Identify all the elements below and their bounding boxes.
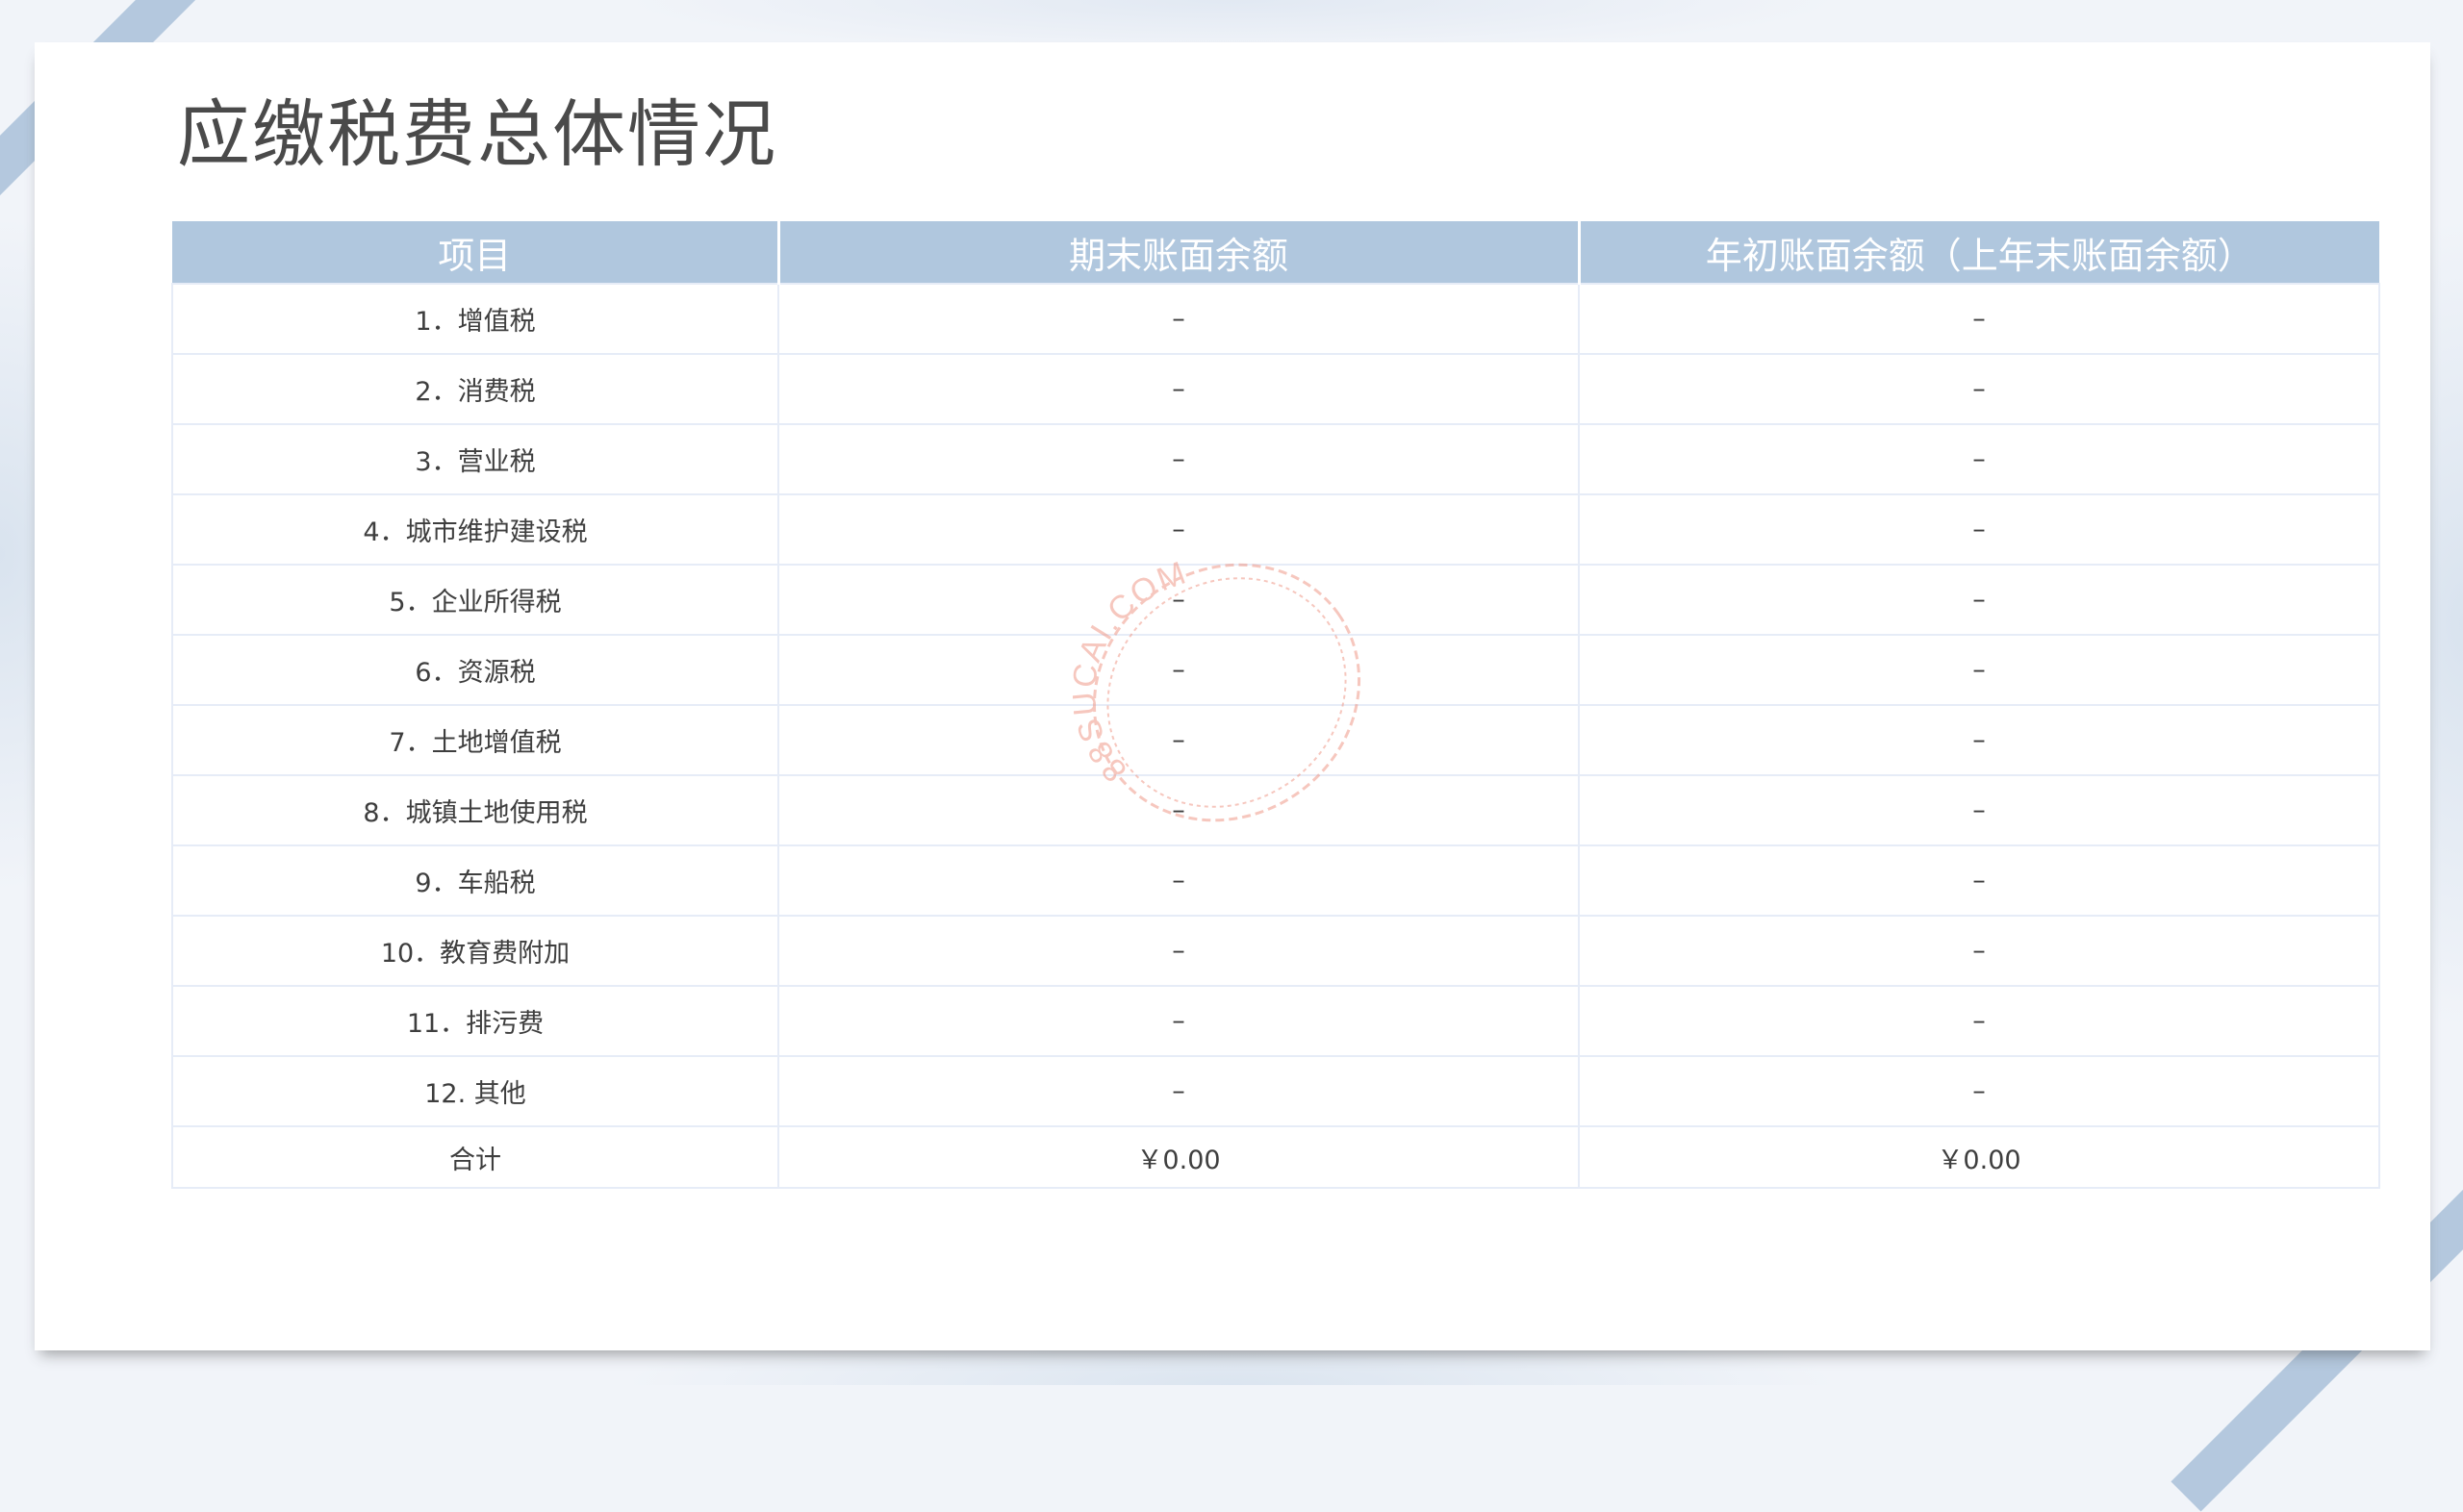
opening-balance-cell: – <box>1578 985 2380 1057</box>
table-row: 1．增值税 – – <box>171 283 2380 355</box>
table-row: 6．资源税 – – <box>171 634 2380 706</box>
ending-balance-cell: – <box>777 844 1580 917</box>
opening-balance-cell: – <box>1578 353 2380 425</box>
table-row: 4．城市维护建设税 – – <box>171 493 2380 566</box>
ending-balance-cell: – <box>777 564 1580 636</box>
item-cell: 9．车船税 <box>171 844 779 917</box>
ending-balance-cell: – <box>777 423 1580 495</box>
tax-table: 项目 期末账面余额 年初账面余额（上年末账面余额） 1．增值税 – – 2．消费… <box>171 221 2380 1189</box>
total-ending-balance-cell: ￥0.00 <box>777 1125 1580 1189</box>
opening-balance-cell: – <box>1578 1055 2380 1127</box>
table-row: 12. 其他 – – <box>171 1055 2380 1127</box>
item-cell: 5．企业所得税 <box>171 564 779 636</box>
item-cell: 7．土地增值税 <box>171 704 779 776</box>
opening-balance-cell: – <box>1578 423 2380 495</box>
ending-balance-cell: – <box>777 915 1580 987</box>
ending-balance-cell: – <box>777 704 1580 776</box>
table-row: 7．土地增值税 – – <box>171 704 2380 776</box>
item-cell: 6．资源税 <box>171 634 779 706</box>
ending-balance-cell: – <box>777 774 1580 846</box>
ending-balance-cell: – <box>777 634 1580 706</box>
opening-balance-cell: – <box>1578 564 2380 636</box>
table-row: 3．营业税 – – <box>171 423 2380 495</box>
opening-balance-cell: – <box>1578 774 2380 846</box>
opening-balance-cell: – <box>1578 915 2380 987</box>
item-cell: 11．排污费 <box>171 985 779 1057</box>
item-cell: 2．消费税 <box>171 353 779 425</box>
opening-balance-cell: – <box>1578 493 2380 566</box>
opening-balance-cell: – <box>1578 704 2380 776</box>
ending-balance-cell: – <box>777 353 1580 425</box>
header-item: 项目 <box>172 221 780 284</box>
table-row: 11．排污费 – – <box>171 985 2380 1057</box>
table-row: 2．消费税 – – <box>171 353 2380 425</box>
item-cell: 4．城市维护建设税 <box>171 493 779 566</box>
table-header-row: 项目 期末账面余额 年初账面余额（上年末账面余额） <box>172 221 2379 284</box>
ending-balance-cell: – <box>777 1055 1580 1127</box>
total-opening-balance-cell: ￥0.00 <box>1578 1125 2380 1189</box>
total-label-cell: 合计 <box>171 1125 779 1189</box>
page-title: 应缴税费总体情况 <box>177 91 777 177</box>
item-cell: 10．教育费附加 <box>171 915 779 987</box>
table-row: 5．企业所得税 – – <box>171 564 2380 636</box>
item-cell: 8．城镇土地使用税 <box>171 774 779 846</box>
table-row: 8．城镇土地使用税 – – <box>171 774 2380 846</box>
table-row: 9．车船税 – – <box>171 844 2380 917</box>
item-cell: 1．增值税 <box>171 283 779 355</box>
ending-balance-cell: – <box>777 493 1580 566</box>
opening-balance-cell: – <box>1578 283 2380 355</box>
header-ending-balance: 期末账面余额 <box>778 221 1581 284</box>
ending-balance-cell: – <box>777 283 1580 355</box>
item-cell: 12. 其他 <box>171 1055 779 1127</box>
opening-balance-cell: – <box>1578 634 2380 706</box>
opening-balance-cell: – <box>1578 844 2380 917</box>
ending-balance-cell: – <box>777 985 1580 1057</box>
item-cell: 3．营业税 <box>171 423 779 495</box>
total-row: 合计 ￥0.00 ￥0.00 <box>171 1125 2380 1189</box>
header-opening-balance: 年初账面余额（上年末账面余额） <box>1579 221 2379 284</box>
table-row: 10．教育费附加 – – <box>171 915 2380 987</box>
